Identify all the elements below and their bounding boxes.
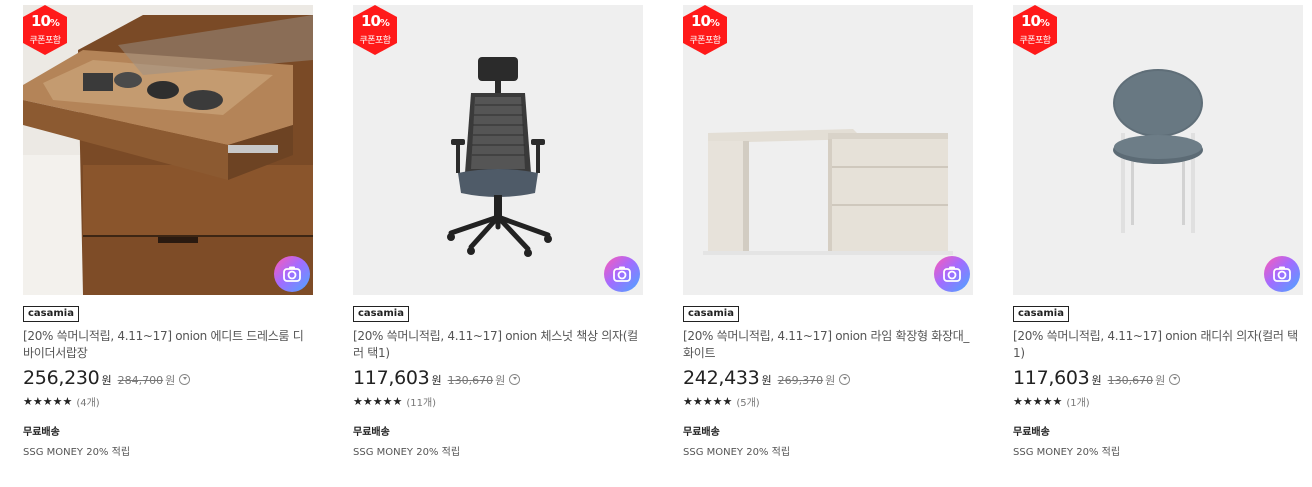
price-currency: 원 [101, 374, 112, 387]
badge-percent: 10 [361, 12, 381, 30]
badge-percent: 10 [1021, 12, 1041, 30]
brand-tag[interactable]: casamia [1013, 306, 1069, 322]
point-label: SSG MONEY 20% 적립 [1013, 447, 1121, 458]
badge-percent: 10 [31, 12, 51, 30]
original-price: 130,670 [1107, 374, 1154, 387]
point-label: SSG MONEY 20% 적립 [683, 447, 791, 458]
original-price: 269,370 [777, 374, 824, 387]
price-currency: 원 [761, 374, 772, 387]
product-card[interactable]: 10% 쿠폰포함 casamia [20% 쓱머니적립, 4.11~17] on… [353, 5, 643, 458]
badge-percent-sign: % [709, 18, 720, 29]
coupon-badge: 10% 쿠폰포함 [23, 5, 67, 55]
rating-row: ★★★★★ (11개) [353, 393, 643, 409]
price-row: 256,230 원 284,700 원 [23, 367, 313, 391]
badge-text: 쿠폰포함 [689, 36, 721, 46]
badge-percent: 10 [691, 12, 711, 30]
product-image-dresser[interactable]: 10% 쿠폰포함 [23, 5, 313, 295]
sale-price: 117,603 [353, 367, 430, 389]
product-title[interactable]: [20% 쓱머니적립, 4.11~17] onion 에디트 드레스룸 디바이더… [23, 328, 313, 362]
brand-tag[interactable]: casamia [683, 306, 739, 322]
camera-search-button[interactable] [934, 256, 970, 292]
badge-text: 쿠폰포함 [29, 36, 61, 46]
badge-percent-sign: % [49, 18, 60, 29]
review-count[interactable]: (4개) [76, 394, 99, 409]
camera-icon [1273, 266, 1291, 282]
camera-icon [943, 266, 961, 282]
product-card[interactable]: 10% 쿠폰포함 casamia [20% 쓱머니적립, 4.11~17] on… [683, 5, 973, 458]
price-info-icon[interactable] [839, 374, 851, 385]
review-count[interactable]: (5개) [736, 394, 759, 409]
review-count[interactable]: (11개) [406, 394, 436, 409]
product-card[interactable]: 10% 쿠폰포함 casamia [20% 쓱머니적립, 4.11~17] on… [1013, 5, 1303, 458]
camera-search-button[interactable] [604, 256, 640, 292]
product-image-vanity-desk[interactable]: 10% 쿠폰포함 [683, 5, 973, 295]
original-price: 284,700 [117, 374, 164, 387]
original-price-currency: 원 [495, 374, 506, 387]
price-info-icon[interactable] [1169, 374, 1181, 385]
badge-text: 쿠폰포함 [1019, 36, 1051, 46]
product-image-dining-chair[interactable]: 10% 쿠폰포함 [1013, 5, 1303, 295]
camera-search-button[interactable] [274, 256, 310, 292]
badge-percent-sign: % [379, 18, 390, 29]
badge-text: 쿠폰포함 [359, 36, 391, 46]
price-row: 117,603 원 130,670 원 [353, 367, 643, 391]
sale-price: 256,230 [23, 367, 100, 389]
free-shipping-label: 무료배송 [23, 427, 60, 438]
original-price-currency: 원 [165, 374, 176, 387]
free-shipping-label: 무료배송 [1013, 427, 1050, 438]
coupon-badge: 10% 쿠폰포함 [353, 5, 397, 55]
product-title[interactable]: [20% 쓱머니적립, 4.11~17] onion 체스넛 책상 의자(컬러 … [353, 328, 643, 362]
coupon-badge: 10% 쿠폰포함 [1013, 5, 1057, 55]
point-label: SSG MONEY 20% 적립 [23, 447, 131, 458]
original-price-currency: 원 [825, 374, 836, 387]
sale-price: 117,603 [1013, 367, 1090, 389]
camera-icon [613, 266, 631, 282]
product-image-office-chair[interactable]: 10% 쿠폰포함 [353, 5, 643, 295]
star-rating-icon: ★★★★★ [1013, 394, 1063, 408]
price-info-icon[interactable] [509, 374, 521, 385]
point-label: SSG MONEY 20% 적립 [353, 447, 461, 458]
star-rating-icon: ★★★★★ [353, 394, 403, 408]
original-price-currency: 원 [1155, 374, 1166, 387]
rating-row: ★★★★★ (1개) [1013, 393, 1303, 409]
price-info-icon[interactable] [179, 374, 191, 385]
price-currency: 원 [1091, 374, 1102, 387]
product-title[interactable]: [20% 쓱머니적립, 4.11~17] onion 라임 확장형 화장대_화이… [683, 328, 973, 362]
camera-search-button[interactable] [1264, 256, 1300, 292]
price-row: 117,603 원 130,670 원 [1013, 367, 1303, 391]
coupon-badge: 10% 쿠폰포함 [683, 5, 727, 55]
price-currency: 원 [431, 374, 442, 387]
product-card[interactable]: 10% 쿠폰포함 casamia [20% 쓱머니적립, 4.11~17] on… [23, 5, 313, 458]
original-price: 130,670 [447, 374, 494, 387]
rating-row: ★★★★★ (4개) [23, 393, 313, 409]
product-grid: 10% 쿠폰포함 casamia [20% 쓱머니적립, 4.11~17] on… [0, 0, 1312, 487]
brand-tag[interactable]: casamia [353, 306, 409, 322]
sale-price: 242,433 [683, 367, 760, 389]
free-shipping-label: 무료배송 [353, 427, 390, 438]
free-shipping-label: 무료배송 [683, 427, 720, 438]
review-count[interactable]: (1개) [1066, 394, 1089, 409]
price-row: 242,433 원 269,370 원 [683, 367, 973, 391]
rating-row: ★★★★★ (5개) [683, 393, 973, 409]
product-title[interactable]: [20% 쓱머니적립, 4.11~17] onion 래디쉬 의자(컬러 택1) [1013, 328, 1303, 362]
star-rating-icon: ★★★★★ [683, 394, 733, 408]
brand-tag[interactable]: casamia [23, 306, 79, 322]
camera-icon [283, 266, 301, 282]
badge-percent-sign: % [1039, 18, 1050, 29]
star-rating-icon: ★★★★★ [23, 394, 73, 408]
